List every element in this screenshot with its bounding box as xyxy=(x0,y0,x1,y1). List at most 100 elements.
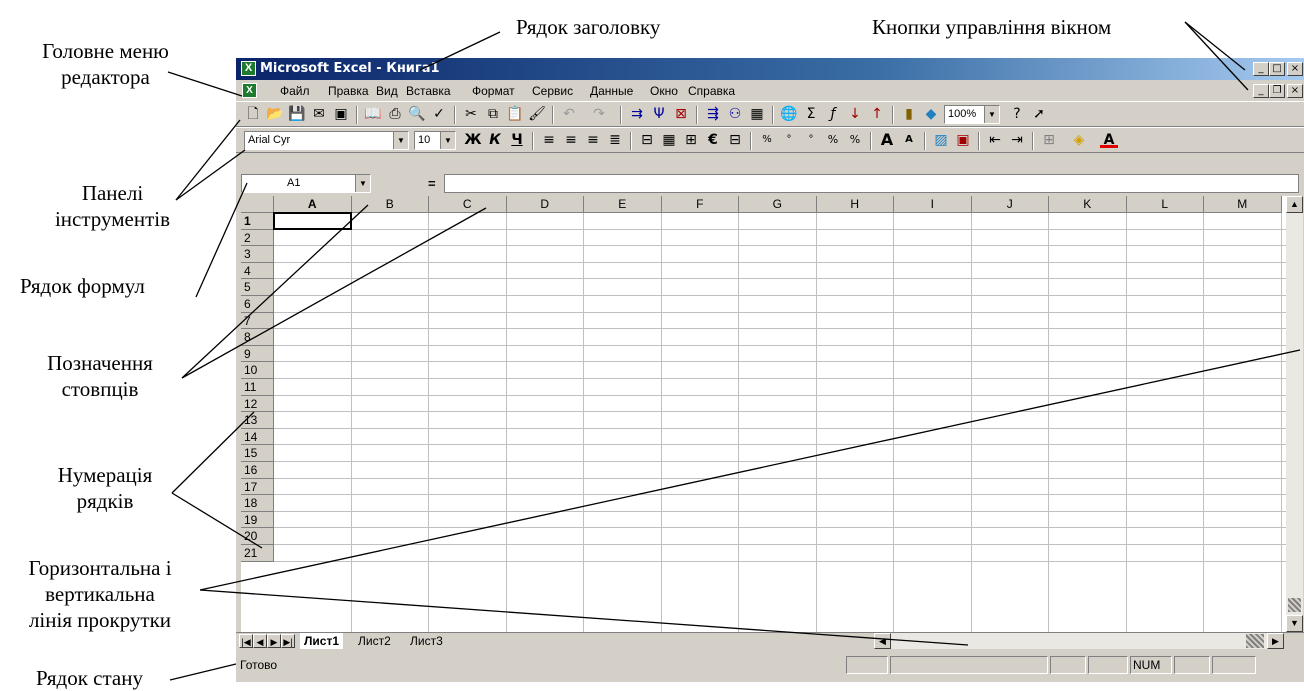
sheet-tab-1[interactable]: Лист1 xyxy=(300,633,344,649)
increase-decimal-icon[interactable]: % xyxy=(824,131,842,149)
save-as-icon[interactable]: ▣ xyxy=(332,105,350,123)
column-header-k[interactable]: K xyxy=(1049,196,1127,213)
doc-close-icon[interactable]: × xyxy=(1287,84,1303,98)
chevron-down-icon[interactable]: ▼ xyxy=(984,106,999,123)
font-color-icon[interactable]: A xyxy=(1100,131,1118,148)
print-icon[interactable]: ⎙ xyxy=(386,105,404,123)
borders-icon[interactable]: ⊞ xyxy=(1040,131,1058,149)
decimal-icon[interactable]: ° xyxy=(802,131,820,149)
redo-icon[interactable]: ↷ xyxy=(590,105,608,123)
scroll-right-icon[interactable]: ▶ xyxy=(1267,633,1284,649)
menu-edit[interactable]: Правка xyxy=(328,84,369,98)
column-header-f[interactable]: F xyxy=(661,196,739,213)
menu-file[interactable]: Файл xyxy=(280,84,310,98)
open-icon[interactable]: 📂 xyxy=(266,105,284,123)
decrease-indent-icon[interactable]: ⇤ xyxy=(986,131,1004,149)
trace-error-icon[interactable]: ⇶ xyxy=(704,105,722,123)
row-header-12[interactable]: 12 xyxy=(241,395,274,413)
trace-precedents-icon[interactable]: ⇉ xyxy=(628,105,646,123)
sheet-tab-3[interactable]: Лист3 xyxy=(406,633,447,649)
drawing-icon[interactable]: ◆ xyxy=(922,105,940,123)
row-header-10[interactable]: 10 xyxy=(241,362,274,379)
column-header-j[interactable]: J xyxy=(971,196,1049,213)
menu-insert[interactable]: Вставка xyxy=(406,84,451,98)
column-header-l[interactable]: L xyxy=(1126,196,1204,213)
scroll-up-icon[interactable]: ▲ xyxy=(1286,196,1303,213)
row-header-15[interactable]: 15 xyxy=(241,445,274,462)
column-header-g[interactable]: G xyxy=(739,196,817,213)
row-header-2[interactable]: 2 xyxy=(241,229,274,247)
fill-color-icon[interactable]: ◈ xyxy=(1070,131,1088,149)
font-select[interactable]: Arial Cyr ▼ xyxy=(244,131,409,150)
calculator-icon[interactable]: ▦ xyxy=(748,105,766,123)
euro-icon[interactable]: € xyxy=(704,131,722,149)
autosum-icon[interactable]: Σ xyxy=(802,105,820,123)
chart-wizard-icon[interactable]: ▮ xyxy=(900,105,918,123)
scroll-left-icon[interactable]: ◀ xyxy=(874,633,891,649)
image-icon[interactable]: ▨ xyxy=(932,131,950,149)
save-icon[interactable]: 💾 xyxy=(288,105,306,123)
row-header-14[interactable]: 14 xyxy=(241,428,274,446)
merge-center-icon[interactable]: ⊞ xyxy=(682,131,700,149)
formula-equals[interactable]: = xyxy=(428,176,436,191)
justify-icon[interactable]: ≣ xyxy=(606,131,624,149)
font-grow-icon[interactable]: A xyxy=(878,131,896,149)
decrease-decimal-icon[interactable]: % xyxy=(846,131,864,149)
borders-table-icon[interactable]: ⊟ xyxy=(726,131,744,149)
align-right-icon[interactable]: ≡ xyxy=(584,131,602,149)
copy-icon[interactable]: ⧉ xyxy=(484,105,502,123)
row-header-19[interactable]: 19 xyxy=(241,511,274,529)
row-header-1[interactable]: 1 xyxy=(241,213,274,230)
row-header-9[interactable]: 9 xyxy=(241,345,274,363)
doc-restore-icon[interactable]: ❐ xyxy=(1269,84,1285,98)
chevron-down-icon[interactable]: ▼ xyxy=(393,132,408,149)
scroll-down-icon[interactable]: ▼ xyxy=(1286,615,1303,632)
menu-format[interactable]: Формат xyxy=(472,84,515,98)
worksheet-grid[interactable]: A B C D E F G H I J K L M 1 2 3 4 5 6 7 8 9 10 11 12 13 14 15 16 17 18… xyxy=(241,196,1286,632)
row-header-16[interactable]: 16 xyxy=(241,462,274,479)
column-header-e[interactable]: E xyxy=(584,196,662,213)
last-sheet-icon[interactable]: ▶| xyxy=(281,634,295,648)
menu-help[interactable]: Справка xyxy=(688,84,735,98)
row-header-17[interactable]: 17 xyxy=(241,478,274,496)
column-header-i[interactable]: I xyxy=(894,196,972,213)
chevron-down-icon[interactable]: ▼ xyxy=(440,132,455,149)
align-left-icon[interactable]: ≡ xyxy=(540,131,558,149)
row-header-8[interactable]: 8 xyxy=(241,329,274,346)
book-icon[interactable]: 📖 xyxy=(364,105,382,123)
row-header-21[interactable]: 21 xyxy=(241,545,274,562)
scroll-thumb[interactable] xyxy=(1246,634,1264,648)
minimize-icon[interactable]: _ xyxy=(1253,62,1269,76)
thousands-icon[interactable]: ° xyxy=(780,131,798,149)
row-header-5[interactable]: 5 xyxy=(241,279,274,296)
clip-icon[interactable]: ▣ xyxy=(954,131,972,149)
print-preview-icon[interactable]: 🔍 xyxy=(408,105,426,123)
whats-this-icon[interactable]: ➚ xyxy=(1030,105,1048,123)
column-header-d[interactable]: D xyxy=(506,196,584,213)
percent-icon[interactable]: % xyxy=(758,131,776,149)
web-icon[interactable]: 🌐 xyxy=(780,105,798,123)
row-header-3[interactable]: 3 xyxy=(241,246,274,263)
merge-icon[interactable]: ⊟ xyxy=(638,131,656,149)
menu-view[interactable]: Вид xyxy=(376,84,398,98)
function-icon[interactable]: ƒ xyxy=(824,105,842,123)
scroll-thumb[interactable] xyxy=(1288,598,1301,612)
column-header-a[interactable]: A xyxy=(274,196,352,213)
row-header-11[interactable]: 11 xyxy=(241,379,274,396)
remove-arrows-icon[interactable]: ⊠ xyxy=(672,105,690,123)
row-header-6[interactable]: 6 xyxy=(241,296,274,313)
undo-icon[interactable]: ↶ xyxy=(560,105,578,123)
menu-data[interactable]: Данные xyxy=(590,84,633,98)
first-sheet-icon[interactable]: |◀ xyxy=(239,634,253,648)
excel-icon[interactable]: X xyxy=(241,61,256,76)
maximize-icon[interactable]: □ xyxy=(1269,62,1285,76)
row-header-18[interactable]: 18 xyxy=(241,495,274,512)
close-icon[interactable]: × xyxy=(1287,62,1303,76)
help-icon[interactable]: ? xyxy=(1008,105,1026,123)
doc-minimize-icon[interactable]: _ xyxy=(1253,84,1269,98)
zoom-select[interactable]: 100% ▼ xyxy=(944,105,1000,124)
trace-dependents-icon[interactable]: Ψ xyxy=(650,105,668,123)
new-icon[interactable]: 🗋 xyxy=(244,105,262,123)
font-size-select[interactable]: 10 ▼ xyxy=(414,131,456,150)
menu-window[interactable]: Окно xyxy=(650,84,678,98)
